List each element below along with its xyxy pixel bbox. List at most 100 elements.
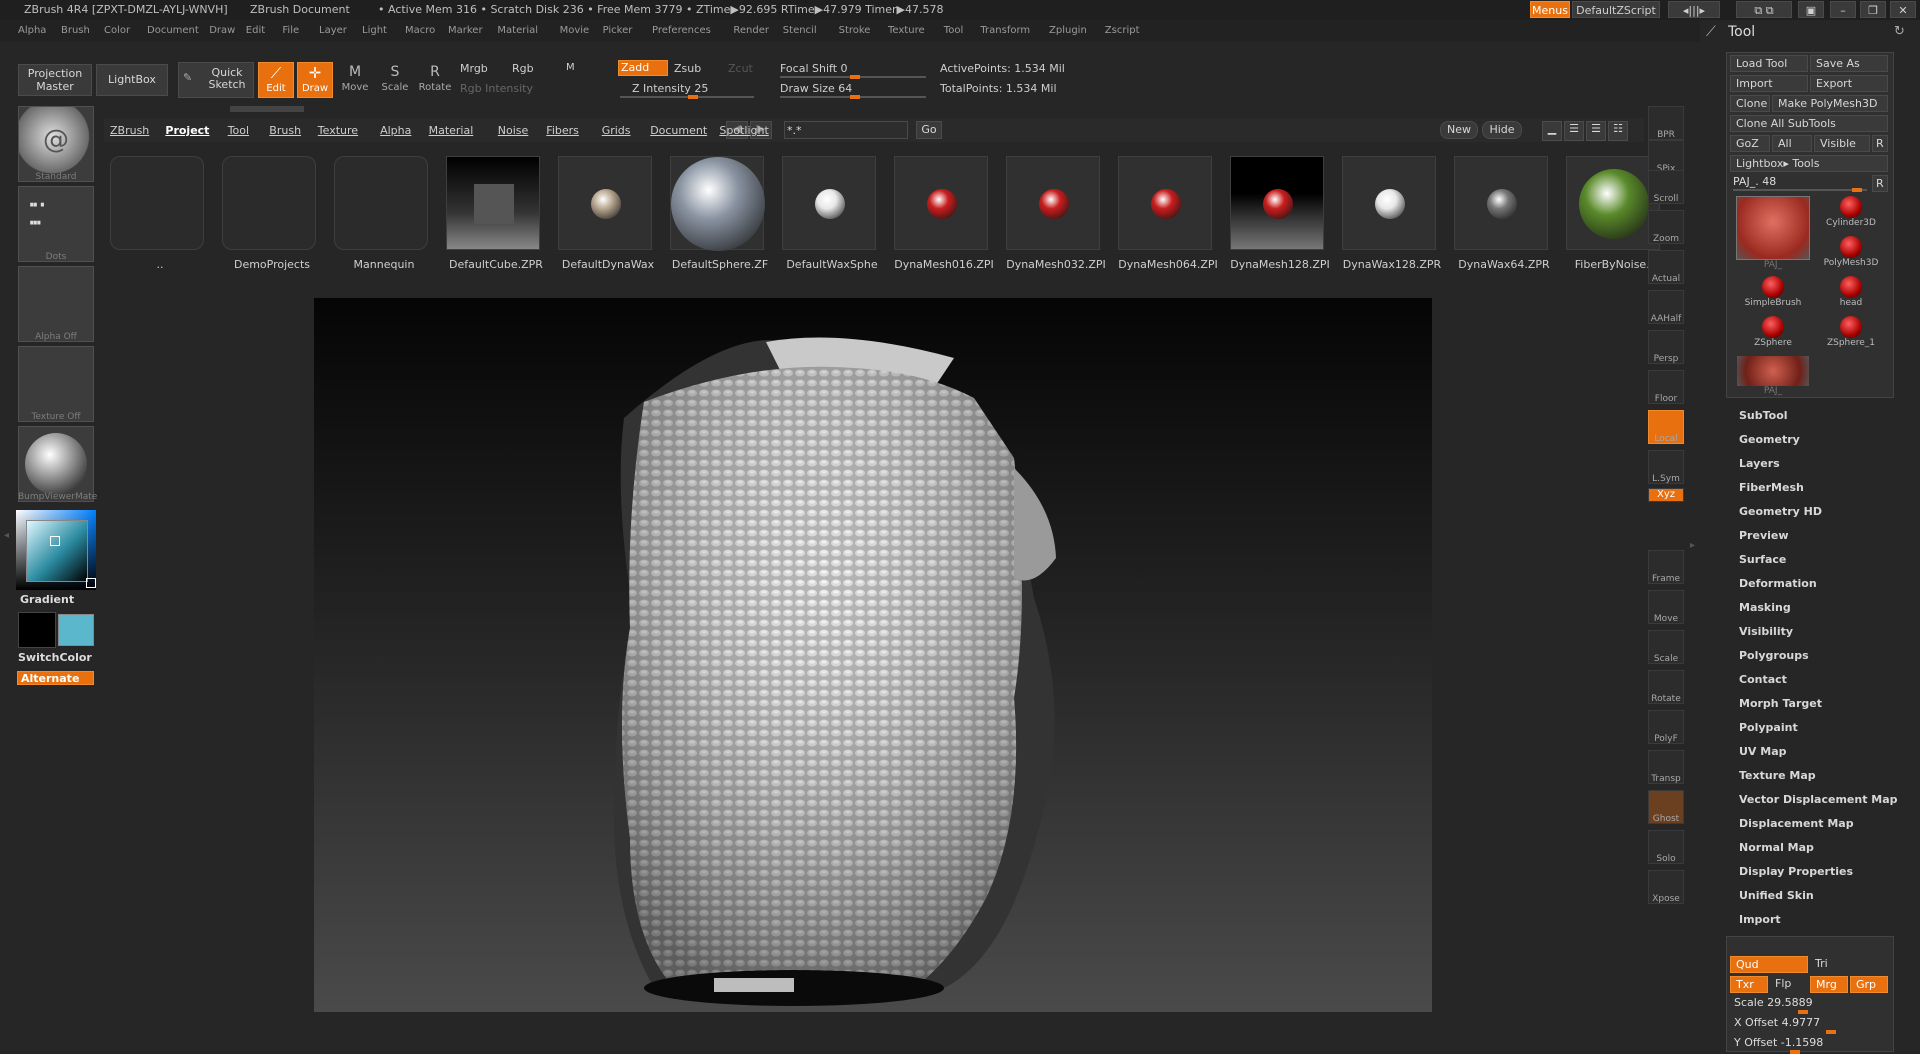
lightbox-go-button[interactable]: Go — [916, 121, 942, 139]
tool-section-texture-map[interactable]: Texture Map — [1739, 769, 1816, 782]
alternate-button[interactable]: Alternate — [17, 671, 94, 685]
menu-item-file[interactable]: File — [282, 25, 299, 36]
tool-section-uv-map[interactable]: UV Map — [1739, 745, 1787, 758]
material-picker[interactable] — [18, 426, 94, 502]
secondary-color-swatch[interactable] — [58, 614, 94, 646]
default-zscript-button[interactable]: DefaultZScript — [1572, 1, 1660, 18]
lightbox-item[interactable]: .. — [110, 156, 210, 271]
tool-section-deformation[interactable]: Deformation — [1739, 577, 1817, 590]
tool-section-morph-target[interactable]: Morph Target — [1739, 697, 1822, 710]
lightbox-tab-alpha[interactable]: Alpha — [380, 124, 411, 137]
menu-item-document[interactable]: Document — [147, 25, 199, 36]
close-icon[interactable]: ✕ — [1890, 1, 1916, 18]
clone-all-subtools-button[interactable]: Clone All SubTools — [1730, 115, 1888, 132]
lightbox-item[interactable]: DynaWax128.ZPR — [1342, 156, 1442, 271]
tool-section-geometry-hd[interactable]: Geometry HD — [1739, 505, 1822, 518]
zsub-button[interactable]: Zsub — [674, 62, 701, 75]
lightbox-tab-zbrush[interactable]: ZBrush — [110, 124, 149, 137]
tool-section-polypaint[interactable]: Polypaint — [1739, 721, 1798, 734]
menu-item-light[interactable]: Light — [362, 25, 387, 36]
tool-section-polygroups[interactable]: Polygroups — [1739, 649, 1809, 662]
tool-section-surface[interactable]: Surface — [1739, 553, 1786, 566]
lightbox-hide-button[interactable]: Hide — [1482, 121, 1522, 139]
make-polymesh-button[interactable]: Make PolyMesh3D — [1772, 95, 1888, 112]
tool-section-layers[interactable]: Layers — [1739, 457, 1780, 470]
rgb-button[interactable]: Rgb — [512, 62, 534, 75]
menu-item-layer[interactable]: Layer — [319, 25, 347, 36]
tool-section-masking[interactable]: Masking — [1739, 601, 1791, 614]
m-button[interactable]: M — [566, 62, 575, 73]
lightbox-item[interactable]: DefaultWaxSphe — [782, 156, 882, 271]
view-list-icon[interactable]: ☰ — [1564, 121, 1584, 141]
goz-button[interactable]: GoZ — [1730, 135, 1770, 152]
draw-size-slider[interactable]: Draw Size 64 — [780, 82, 852, 95]
menu-item-transform[interactable]: Transform — [980, 25, 1030, 36]
view-small-icon[interactable]: ▁ — [1542, 121, 1562, 141]
lightbox-item[interactable]: DefaultCube.ZPR — [446, 156, 546, 271]
subtool-thumb[interactable]: PAJ_ — [1734, 356, 1812, 396]
minimize-icon[interactable]: – — [1830, 1, 1856, 18]
subtool-thumb[interactable]: PolyMesh3D — [1812, 236, 1890, 268]
draw-button[interactable]: ✛ Draw — [297, 62, 333, 98]
mrgb-button[interactable]: Mrgb — [460, 62, 488, 75]
menu-item-zplugin[interactable]: Zplugin — [1049, 25, 1087, 36]
menu-item-draw[interactable]: Draw — [209, 25, 235, 36]
focal-shift-slider[interactable]: Focal Shift 0 — [780, 62, 848, 75]
lightbox-item[interactable]: DynaMesh032.ZPI — [1006, 156, 1106, 271]
lightbox-tab-material[interactable]: Material — [429, 124, 474, 137]
zcut-button[interactable]: Zcut — [728, 62, 753, 75]
export-grp-button[interactable]: Grp — [1850, 976, 1888, 993]
export-scale-slider[interactable]: Scale 29.5889 — [1734, 996, 1813, 1009]
quick-sketch-button[interactable]: ✎ Quick Sketch — [178, 62, 254, 98]
lightbox-item[interactable]: DynaMesh128.ZPI — [1230, 156, 1330, 271]
tool-section-unified-skin[interactable]: Unified Skin — [1739, 889, 1814, 902]
export-scale-knob[interactable] — [1798, 1010, 1808, 1014]
menu-item-alpha[interactable]: Alpha — [18, 25, 46, 36]
load-tool-button[interactable]: Load Tool — [1730, 55, 1808, 72]
menus-button[interactable]: Menus — [1530, 1, 1570, 18]
menu-item-movie[interactable]: Movie — [560, 25, 590, 36]
lightbox-tab-fibers[interactable]: Fibers — [546, 124, 579, 137]
switch-color-button[interactable]: SwitchColor — [18, 651, 92, 664]
tool-section-visibility[interactable]: Visibility — [1739, 625, 1793, 638]
menu-item-color[interactable]: Color — [104, 25, 130, 36]
tool-panel-pin-icon[interactable]: ⟋ — [1706, 24, 1716, 40]
tool-r-button[interactable]: R — [1872, 175, 1888, 192]
lightbox-search-input[interactable] — [784, 121, 908, 139]
tool-section-subtool[interactable]: SubTool — [1739, 409, 1788, 422]
lightbox-tab-texture[interactable]: Texture — [318, 124, 358, 137]
vest-model[interactable] — [314, 298, 1432, 1012]
export-flp-button[interactable]: Flp — [1770, 976, 1808, 993]
menu-item-edit[interactable]: Edit — [246, 25, 265, 36]
scale-button[interactable]: S Scale — [377, 62, 413, 98]
clone-button[interactable]: Clone — [1730, 95, 1770, 112]
layout-slider-icon[interactable]: ◂|||▸ — [1668, 1, 1720, 18]
tool-section-vector-displacement-map[interactable]: Vector Displacement Map — [1739, 793, 1898, 806]
tool-section-displacement-map[interactable]: Displacement Map — [1739, 817, 1854, 830]
restore-icon[interactable]: ❐ — [1860, 1, 1886, 18]
menu-item-texture[interactable]: Texture — [888, 25, 925, 36]
tool-section-preview[interactable]: Preview — [1739, 529, 1789, 542]
lightbox-tab-brush[interactable]: Brush — [269, 124, 301, 137]
export-tri-button[interactable]: Tri — [1810, 956, 1888, 973]
tool-section-geometry[interactable]: Geometry — [1739, 433, 1800, 446]
toolbar-scroll-indicator[interactable] — [230, 106, 304, 112]
tool-section-contact[interactable]: Contact — [1739, 673, 1787, 686]
subtool-thumb[interactable]: PAJ_ — [1734, 196, 1812, 270]
subtool-thumb[interactable]: Cylinder3D — [1812, 196, 1890, 228]
export-x-offset-slider[interactable]: X Offset 4.9777 — [1734, 1016, 1820, 1029]
lock-icon[interactable]: ▣ — [1798, 1, 1824, 18]
lightbox-tab-noise[interactable]: Noise — [498, 124, 529, 137]
menu-item-stencil[interactable]: Stencil — [783, 25, 817, 36]
tool-section-display-properties[interactable]: Display Properties — [1739, 865, 1853, 878]
tool-section-import[interactable]: Import — [1739, 913, 1781, 926]
color-picker[interactable] — [16, 510, 96, 590]
right-tray-arrow-icon[interactable]: ▸ — [1690, 540, 1695, 551]
menu-item-preferences[interactable]: Preferences — [652, 25, 711, 36]
view-large-icon[interactable]: ☷ — [1608, 121, 1628, 141]
export-txr-button[interactable]: Txr — [1730, 976, 1768, 993]
z-intensity-knob[interactable] — [688, 95, 698, 99]
window-layout-icon[interactable]: ⧉ ⧉ — [1736, 1, 1792, 18]
lightbox-item[interactable]: DynaMesh064.ZPI — [1118, 156, 1218, 271]
lightbox-item[interactable]: DefaultDynaWax — [558, 156, 658, 271]
